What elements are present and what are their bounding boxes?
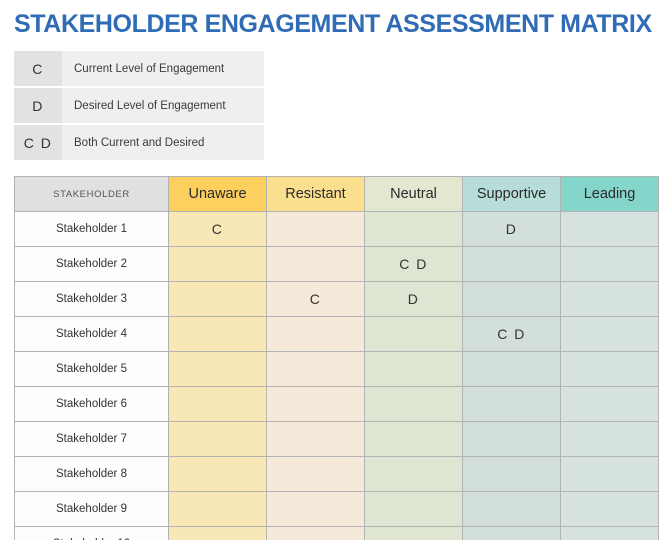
matrix-cell-unaware[interactable] [169, 352, 267, 387]
table-row: Stakeholder 1C D [15, 212, 659, 247]
matrix-cell-leading[interactable] [561, 352, 659, 387]
matrix-cell-unaware[interactable] [169, 387, 267, 422]
matrix-cell-unaware[interactable] [169, 282, 267, 317]
matrix-cell-resistant[interactable] [267, 212, 365, 247]
stakeholder-name-cell[interactable]: Stakeholder 9 [15, 492, 169, 527]
matrix-cell-unaware[interactable] [169, 317, 267, 352]
matrix-cell-resistant[interactable] [267, 422, 365, 457]
matrix-cell-leading[interactable] [561, 422, 659, 457]
stakeholder-name-cell[interactable]: Stakeholder 7 [15, 422, 169, 457]
matrix-cell-resistant[interactable]: C [267, 282, 365, 317]
legend-label-both: Both Current and Desired [62, 125, 264, 160]
matrix-cell-neutral[interactable] [365, 457, 463, 492]
matrix-cell-supportive[interactable] [463, 492, 561, 527]
legend-key-both: C D [14, 125, 62, 160]
matrix-cell-leading[interactable] [561, 212, 659, 247]
matrix-cell-resistant[interactable] [267, 457, 365, 492]
matrix-cell-neutral[interactable] [365, 492, 463, 527]
column-header-stakeholder: STAKEHOLDER [15, 177, 169, 212]
stakeholder-name-cell[interactable]: Stakeholder 5 [15, 352, 169, 387]
column-header-unaware: Unaware [169, 177, 267, 212]
matrix-cell-unaware[interactable] [169, 422, 267, 457]
matrix-cell-resistant[interactable] [267, 247, 365, 282]
stakeholder-name-cell[interactable]: Stakeholder 6 [15, 387, 169, 422]
matrix-cell-leading[interactable] [561, 247, 659, 282]
matrix-cell-neutral[interactable] [365, 387, 463, 422]
matrix-cell-supportive[interactable] [463, 422, 561, 457]
table-row: Stakeholder 2 C D [15, 247, 659, 282]
matrix-cell-supportive[interactable] [463, 247, 561, 282]
legend: C Current Level of Engagement D Desired … [14, 51, 264, 160]
matrix-cell-leading[interactable] [561, 527, 659, 540]
legend-row-current: C Current Level of Engagement [14, 51, 264, 86]
stakeholder-name-cell[interactable]: Stakeholder 4 [15, 317, 169, 352]
title-bar: STAKEHOLDER ENGAGEMENT ASSESSMENT MATRIX [0, 0, 672, 39]
matrix-cell-unaware[interactable] [169, 492, 267, 527]
matrix-cell-resistant[interactable] [267, 317, 365, 352]
matrix-cell-resistant[interactable] [267, 387, 365, 422]
matrix-cell-unaware[interactable] [169, 457, 267, 492]
stakeholder-name-cell[interactable]: Stakeholder 8 [15, 457, 169, 492]
matrix-cell-leading[interactable] [561, 317, 659, 352]
matrix-cell-leading[interactable] [561, 387, 659, 422]
page-title: STAKEHOLDER ENGAGEMENT ASSESSMENT MATRIX [14, 9, 672, 39]
table-row: Stakeholder 10 [15, 527, 659, 540]
matrix-cell-neutral[interactable] [365, 352, 463, 387]
matrix-cell-neutral[interactable]: C D [365, 247, 463, 282]
column-header-leading: Leading [561, 177, 659, 212]
table-row: Stakeholder 5 [15, 352, 659, 387]
stakeholder-name-cell[interactable]: Stakeholder 1 [15, 212, 169, 247]
matrix-cell-supportive[interactable]: C D [463, 317, 561, 352]
matrix-table-wrapper: STAKEHOLDER Unaware Resistant Neutral Su… [14, 176, 658, 540]
engagement-matrix-table: STAKEHOLDER Unaware Resistant Neutral Su… [14, 176, 659, 540]
matrix-cell-supportive[interactable] [463, 387, 561, 422]
column-header-supportive: Supportive [463, 177, 561, 212]
table-row: Stakeholder 8 [15, 457, 659, 492]
matrix-body: Stakeholder 1CDStakeholder 2C DStakehold… [15, 212, 659, 540]
matrix-cell-resistant[interactable] [267, 352, 365, 387]
matrix-page: STAKEHOLDER ENGAGEMENT ASSESSMENT MATRIX… [0, 0, 672, 540]
matrix-cell-resistant[interactable] [267, 527, 365, 540]
stakeholder-name-cell[interactable]: Stakeholder 2 [15, 247, 169, 282]
matrix-cell-leading[interactable] [561, 492, 659, 527]
matrix-cell-neutral[interactable] [365, 317, 463, 352]
matrix-cell-supportive[interactable] [463, 352, 561, 387]
stakeholder-name-cell[interactable]: Stakeholder 10 [15, 527, 169, 540]
matrix-cell-neutral[interactable] [365, 422, 463, 457]
table-row: Stakeholder 6 [15, 387, 659, 422]
table-row: Stakeholder 7 [15, 422, 659, 457]
legend-label-current: Current Level of Engagement [62, 51, 264, 86]
matrix-cell-leading[interactable] [561, 282, 659, 317]
table-row: Stakeholder 9 [15, 492, 659, 527]
matrix-cell-neutral[interactable]: D [365, 282, 463, 317]
column-header-neutral: Neutral [365, 177, 463, 212]
matrix-header-row: STAKEHOLDER Unaware Resistant Neutral Su… [15, 177, 659, 212]
matrix-cell-unaware[interactable] [169, 247, 267, 282]
matrix-cell-neutral[interactable] [365, 212, 463, 247]
matrix-cell-neutral[interactable] [365, 527, 463, 540]
matrix-cell-resistant[interactable] [267, 492, 365, 527]
matrix-cell-supportive[interactable]: D [463, 212, 561, 247]
column-header-resistant: Resistant [267, 177, 365, 212]
legend-row-desired: D Desired Level of Engagement [14, 88, 264, 123]
matrix-cell-unaware[interactable]: C [169, 212, 267, 247]
matrix-cell-supportive[interactable] [463, 457, 561, 492]
stakeholder-name-cell[interactable]: Stakeholder 3 [15, 282, 169, 317]
legend-label-desired: Desired Level of Engagement [62, 88, 264, 123]
table-row: Stakeholder 4 C D [15, 317, 659, 352]
table-row: Stakeholder 3 CD [15, 282, 659, 317]
legend-row-both: C D Both Current and Desired [14, 125, 264, 160]
matrix-cell-unaware[interactable] [169, 527, 267, 540]
matrix-cell-supportive[interactable] [463, 282, 561, 317]
legend-key-desired: D [14, 88, 62, 123]
matrix-header: STAKEHOLDER Unaware Resistant Neutral Su… [15, 177, 659, 212]
matrix-cell-supportive[interactable] [463, 527, 561, 540]
legend-key-current: C [14, 51, 62, 86]
matrix-cell-leading[interactable] [561, 457, 659, 492]
